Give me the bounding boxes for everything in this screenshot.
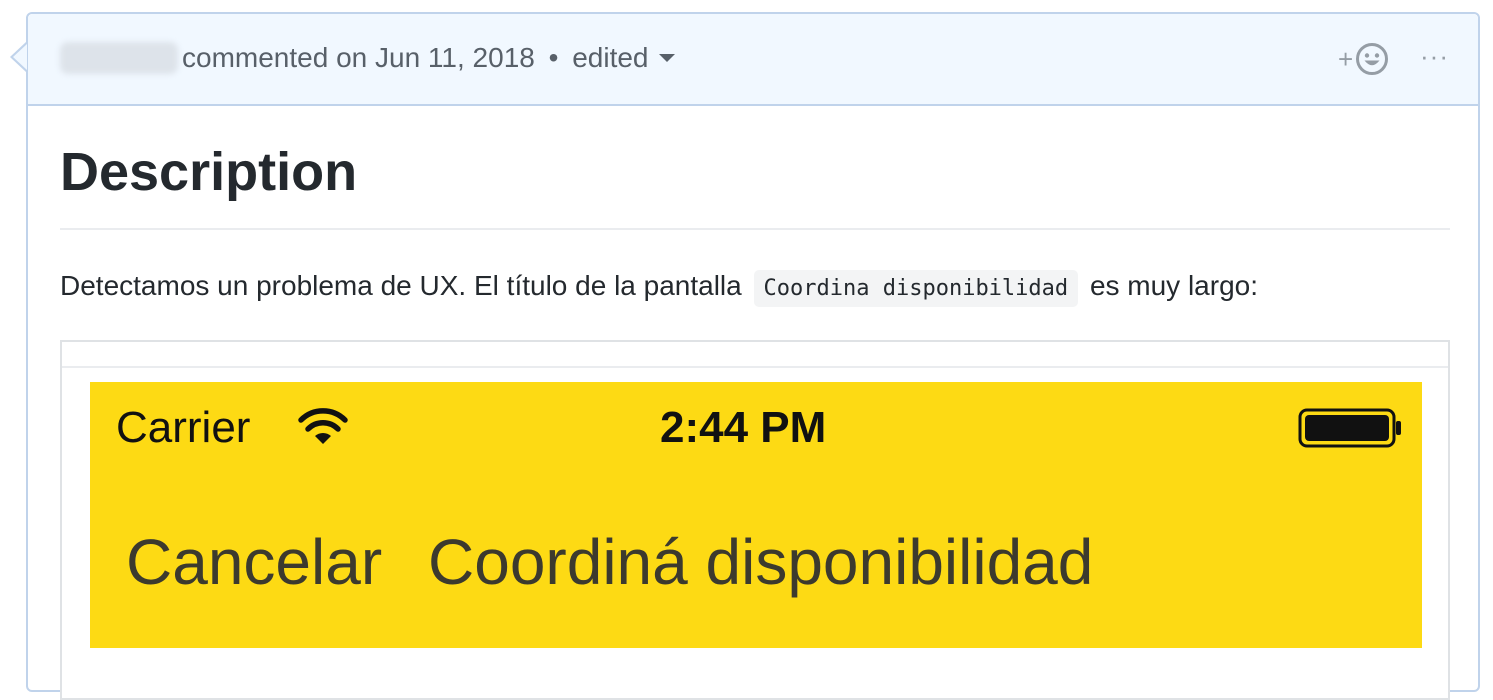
comment-header: commented on Jun 11, 2018 • edited + ··· — [28, 14, 1478, 106]
smiley-icon — [1356, 43, 1389, 75]
nav-cancel-label: Cancelar — [126, 526, 383, 598]
para-text-after: es muy largo: — [1089, 270, 1259, 301]
phone-screenshot: Carrier 2:44 PM Cancelar Coordiná dispon… — [90, 382, 1422, 648]
more-options-button[interactable]: ··· — [1420, 38, 1449, 74]
description-paragraph: Detectamos un problema de UX. El título … — [60, 268, 1258, 307]
edited-label: edited — [572, 42, 649, 73]
add-reaction-button[interactable]: + — [1338, 39, 1389, 79]
para-text-before: Detectamos un problema de UX. El título … — [60, 270, 742, 301]
meta-separator: • — [548, 42, 559, 73]
status-time: 2:44 PM — [660, 403, 827, 452]
chevron-down-icon — [658, 53, 675, 62]
comment-meta: commented on Jun 11, 2018 • edited — [182, 40, 675, 76]
nav-title: Coordiná disponibilidad — [428, 526, 1094, 598]
image-frame-divider — [62, 366, 1448, 368]
edited-dropdown[interactable]: edited — [572, 42, 675, 73]
author-name-blurred[interactable] — [60, 42, 178, 74]
status-carrier: Carrier — [116, 403, 251, 452]
inline-code: Coordina disponibilidad — [753, 270, 1079, 307]
comment-arrow-fill — [13, 44, 27, 70]
section-heading: Description — [60, 142, 358, 202]
comment-date[interactable]: Jun 11, 2018 — [375, 42, 535, 73]
battery-icon — [1298, 408, 1401, 448]
wifi-icon — [298, 408, 348, 444]
comment-action: commented on — [182, 42, 368, 73]
reaction-plus: + — [1338, 43, 1354, 74]
heading-divider — [60, 228, 1450, 230]
comment-box: commented on Jun 11, 2018 • edited + ···… — [26, 12, 1480, 700]
embedded-image-frame[interactable]: Carrier 2:44 PM Cancelar Coordiná dispon… — [60, 340, 1450, 700]
